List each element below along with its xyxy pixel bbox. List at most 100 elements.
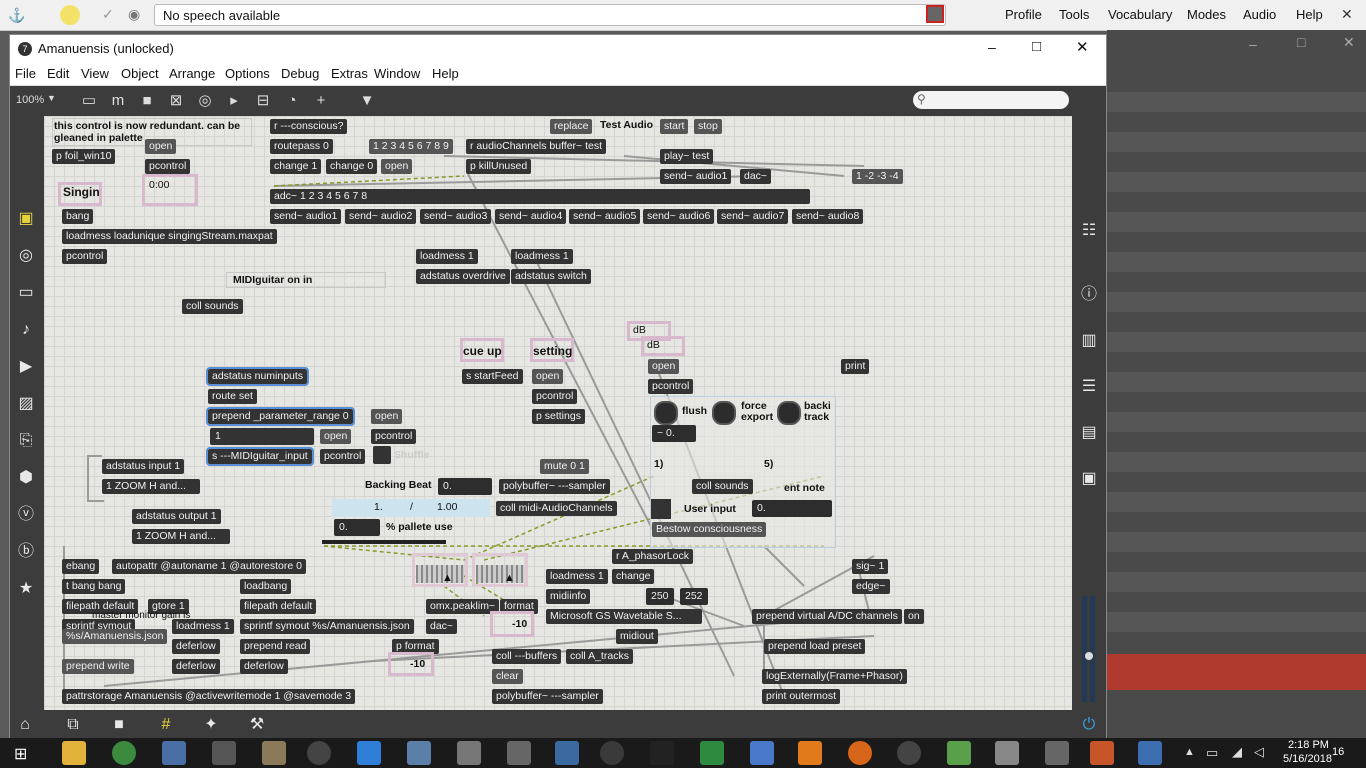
v-icon[interactable]: ⓥ [15, 504, 37, 526]
menu-object[interactable]: Object [121, 66, 159, 81]
input-number[interactable]: 1 [210, 428, 314, 445]
open-message[interactable]: open [648, 359, 680, 374]
minimize-icon[interactable]: – [988, 39, 996, 55]
replace-message[interactable]: replace [550, 119, 593, 134]
open-message[interactable]: open [371, 409, 403, 424]
edge-object[interactable]: edge~ [852, 579, 890, 594]
output-device-menu[interactable]: 1 ZOOM H and... [132, 529, 230, 544]
max-icon[interactable] [600, 741, 624, 765]
midiout-object[interactable]: midiout [616, 629, 658, 644]
coll-sounds-object[interactable]: coll sounds [182, 299, 243, 314]
wrench-icon[interactable]: ⚒ [246, 714, 268, 736]
log-externally-object[interactable]: logExternally(Frame+Phasor) [762, 669, 907, 684]
dac-object[interactable]: dac~ [426, 619, 458, 634]
dac-object[interactable]: dac~ [740, 169, 772, 184]
r-audiochannels-object[interactable]: r audioChannels buffer~ test [466, 139, 607, 154]
dropbox-icon[interactable] [357, 741, 381, 765]
menu-edit[interactable]: Edit [47, 66, 69, 81]
menu-vocabulary[interactable]: Vocabulary [1108, 7, 1172, 22]
app-icon[interactable] [507, 741, 531, 765]
coll-sounds-object[interactable]: coll sounds [692, 479, 753, 494]
bestow-message[interactable]: Bestow consciousness [652, 522, 767, 537]
print-outermost-object[interactable]: print outermost [762, 689, 841, 704]
speech-output-field[interactable]: No speech available [154, 4, 946, 26]
deferlow-object[interactable]: deferlow [172, 659, 220, 674]
battery-icon[interactable]: ▭ [1206, 745, 1218, 761]
app-icon[interactable] [1090, 741, 1114, 765]
menu-audio[interactable]: Audio [1243, 7, 1276, 22]
app-icon[interactable] [995, 741, 1019, 765]
app-icon[interactable] [457, 741, 481, 765]
menu-modes[interactable]: Modes [1187, 7, 1226, 22]
app-icon[interactable] [407, 741, 431, 765]
volume-slider[interactable] [1085, 652, 1093, 660]
number-icon[interactable]: ▸ [225, 92, 243, 110]
presentation-mode-icon[interactable]: ■ [108, 714, 130, 736]
terminal-icon[interactable] [650, 741, 674, 765]
midi-device-menu[interactable]: Microsoft GS Wavetable S... [546, 609, 702, 624]
clock-date[interactable]: 5/16/2018 [1283, 753, 1332, 765]
plug-icon[interactable]: ⬢ [15, 467, 37, 489]
notifications-count[interactable]: 16 [1332, 746, 1344, 758]
max-icon[interactable] [897, 741, 921, 765]
b-icon[interactable]: ⓑ [15, 541, 37, 563]
p-settings-object[interactable]: p settings [532, 409, 585, 424]
check-icon[interactable]: ✓ [102, 6, 114, 23]
book-icon[interactable]: ▥ [1078, 330, 1100, 352]
menu-help[interactable]: Help [1296, 7, 1323, 22]
menu-arrange[interactable]: Arrange [169, 66, 215, 81]
close-icon[interactable]: ✕ [1076, 38, 1089, 56]
slider-handle-icon[interactable]: ▲ [442, 572, 453, 584]
stop-message[interactable]: stop [694, 119, 722, 134]
menu-view[interactable]: View [81, 66, 109, 81]
live-icon[interactable] [212, 741, 236, 765]
change-object[interactable]: change 0 [326, 159, 378, 174]
windows-start-icon[interactable]: ⊞ [14, 744, 27, 764]
dial-icon[interactable]: ◔ [283, 92, 301, 110]
adstatus-output-object[interactable]: adstatus output 1 [132, 509, 221, 524]
deferlow-object[interactable]: deferlow [172, 639, 220, 654]
menu-options[interactable]: Options [225, 66, 270, 81]
window-icon[interactable]: ⧉ [62, 714, 84, 736]
button-icon[interactable]: ⊠ [167, 92, 185, 110]
adstatus-switch-object[interactable]: adstatus switch [511, 269, 591, 284]
loadmess-object[interactable]: loadmess 1 [546, 569, 608, 584]
pattrstorage-object[interactable]: pattrstorage Amanuensis @activewritemode… [62, 689, 356, 704]
toggle-icon[interactable]: ◎ [196, 92, 214, 110]
app-icon[interactable] [555, 741, 579, 765]
maximize-icon[interactable]: □ [1297, 34, 1305, 50]
grid-icon[interactable]: ☷ [1078, 220, 1100, 242]
lock-icon[interactable]: ⌂ [14, 714, 36, 736]
ratio-numerator[interactable]: 1. [374, 501, 383, 513]
gain-slider[interactable] [476, 565, 524, 583]
mute-message[interactable]: mute 0 1 [540, 459, 589, 474]
add-object-icon[interactable]: ✦ [200, 714, 222, 736]
loadmess-object[interactable]: loadmess 1 [511, 249, 573, 264]
target-icon[interactable]: ◎ [15, 245, 37, 267]
app-icon[interactable] [1045, 741, 1069, 765]
app-icon[interactable]: ⚓ [8, 7, 25, 24]
send-audio1-object[interactable]: send~ audio1 [660, 169, 732, 184]
play-step-icon[interactable]: ▶ [15, 356, 37, 378]
foil-object[interactable]: p foil_win10 [52, 149, 116, 164]
open-message[interactable]: open [320, 429, 352, 444]
slider-icon[interactable]: ⊟ [254, 92, 272, 110]
comment-icon[interactable]: ■ [138, 92, 156, 110]
mic-icon[interactable] [60, 5, 80, 25]
pcontrol-object[interactable]: pcontrol [371, 429, 417, 444]
prepend-load-preset-object[interactable]: prepend load preset [764, 639, 866, 654]
change-object[interactable]: change [612, 569, 655, 584]
send-audio-object[interactable]: send~ audio6 [643, 209, 715, 224]
file-explorer-icon[interactable] [62, 741, 86, 765]
power-icon[interactable]: ⏻ [1078, 714, 1100, 736]
list-icon[interactable]: ☰ [1078, 376, 1100, 398]
open-message[interactable]: open [381, 159, 413, 174]
shuffle-toggle[interactable] [373, 446, 391, 464]
sync-icon[interactable] [307, 741, 331, 765]
pcontrol-object[interactable]: pcontrol [320, 449, 366, 464]
coll-midi-object[interactable]: coll midi-AudioChannels [496, 501, 617, 516]
backing-beat-number[interactable]: 0. [438, 478, 492, 495]
gain-value[interactable]: -10 [512, 618, 527, 630]
python-icon[interactable] [1138, 741, 1162, 765]
send-audio-object[interactable]: send~ audio1 [270, 209, 342, 224]
